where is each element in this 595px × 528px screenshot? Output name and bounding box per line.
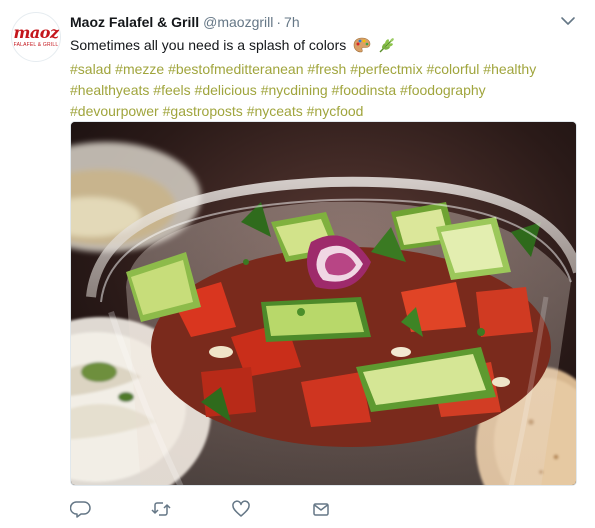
- hashtag-link[interactable]: #perfectmix: [350, 61, 422, 77]
- tweet-card[interactable]: maoz FALAFEL & GRILL Maoz Falafel & Gril…: [0, 0, 595, 528]
- message-icon[interactable]: [310, 498, 332, 520]
- hashtag-link[interactable]: #mezze: [115, 61, 164, 77]
- hashtag-link[interactable]: #healthyeats: [70, 82, 149, 98]
- herb-icon: [378, 37, 396, 59]
- hashtag-link[interactable]: #nyceats: [247, 103, 303, 119]
- avatar-logo-tagline: FALAFEL & GRILL: [13, 41, 59, 48]
- timestamp[interactable]: 7h: [284, 14, 300, 30]
- hashtag-link[interactable]: #gastroposts: [163, 103, 243, 119]
- reply-icon[interactable]: [69, 498, 92, 520]
- hashtag-link[interactable]: #feels: [153, 82, 190, 98]
- tweet-text-line: Sometimes all you need is a splash of co…: [70, 35, 570, 59]
- hashtag-link[interactable]: #salad: [70, 61, 111, 77]
- hashtags-line-1: #salad #mezze #bestofmeditteranean #fres…: [70, 59, 570, 80]
- hashtag-link[interactable]: #bestofmeditteranean: [168, 61, 303, 77]
- tweet-actions: [69, 498, 370, 520]
- like-icon[interactable]: [230, 498, 252, 520]
- palette-icon: [353, 37, 371, 59]
- hashtag-link[interactable]: #foodinsta: [332, 82, 397, 98]
- tweet-header: Maoz Falafel & Grill @maozgrill · 7h: [70, 12, 300, 32]
- author-handle[interactable]: @maozgrill: [203, 14, 273, 30]
- hashtag-link[interactable]: #foodography: [400, 82, 486, 98]
- tweet-text-body: Sometimes all you need is a splash of co…: [70, 37, 347, 53]
- hashtag-link[interactable]: #colorful: [426, 61, 479, 77]
- avatar-logo-text: maoz: [13, 22, 59, 42]
- hashtag-link[interactable]: #nycfood: [307, 103, 364, 119]
- avatar[interactable]: maoz FALAFEL & GRILL: [11, 12, 61, 62]
- tweet-text: Sometimes all you need is a splash of co…: [70, 35, 570, 122]
- author-name[interactable]: Maoz Falafel & Grill: [70, 14, 199, 30]
- hashtags-line-3: #devourpower #gastroposts #nyceats #nycf…: [70, 101, 570, 122]
- hashtag-link[interactable]: #nycdining: [261, 82, 328, 98]
- tweet-photo[interactable]: [70, 121, 577, 486]
- salad-photo: [71, 122, 576, 485]
- hashtags-line-2: #healthyeats #feels #delicious #nycdinin…: [70, 80, 570, 101]
- retweet-icon[interactable]: [150, 498, 172, 520]
- chevron-down-icon[interactable]: [560, 13, 576, 29]
- hashtag-link[interactable]: #healthy: [483, 61, 536, 77]
- hashtag-link[interactable]: #delicious: [195, 82, 257, 98]
- hashtag-link[interactable]: #fresh: [307, 61, 346, 77]
- hashtag-link[interactable]: #devourpower: [70, 103, 159, 119]
- separator-dot: ·: [276, 14, 282, 30]
